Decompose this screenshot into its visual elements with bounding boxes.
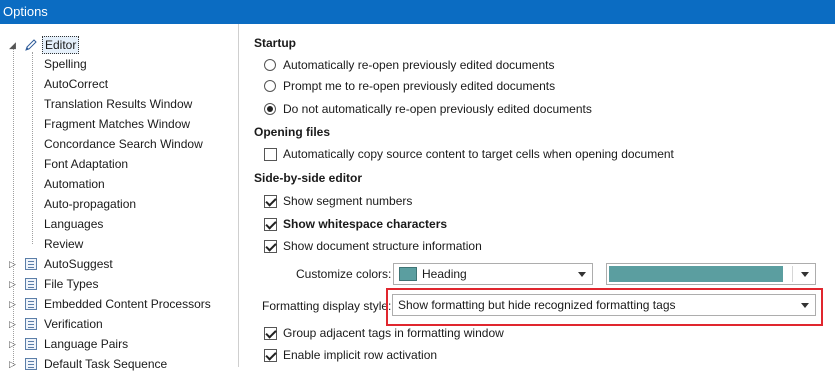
tree-item-label: Review bbox=[44, 237, 84, 251]
expand-arrow-icon[interactable]: ▷ bbox=[9, 280, 17, 289]
tree-guide-editor bbox=[32, 52, 33, 244]
opening-files-heading: Opening files bbox=[254, 125, 331, 139]
window-titlebar: Options bbox=[0, 0, 835, 24]
file-types-icon bbox=[25, 278, 37, 290]
option-label: Prompt me to re-open previously edited d… bbox=[283, 79, 556, 93]
embedded-content-icon bbox=[25, 298, 37, 310]
tree-item-label: Default Task Sequence bbox=[44, 357, 168, 371]
customize-colors-dropdown[interactable]: Heading bbox=[393, 263, 593, 285]
color-swatch-large bbox=[609, 266, 783, 282]
formatting-style-label: Formatting display style: bbox=[262, 299, 392, 313]
language-pairs-icon bbox=[25, 338, 37, 350]
checkbox-checked[interactable] bbox=[264, 240, 277, 253]
color-picker-dropdown[interactable] bbox=[606, 263, 816, 285]
tree-item-default-task-sequence[interactable]: ▷ Default Task Sequence bbox=[8, 354, 228, 374]
tree-item-label: Concordance Search Window bbox=[44, 137, 203, 151]
tree-item-editor-label: Editor bbox=[42, 36, 80, 54]
verification-icon bbox=[25, 318, 37, 330]
tree-item-label: Verification bbox=[44, 317, 103, 331]
tree-item-label: Auto-propagation bbox=[44, 197, 137, 211]
window-title: Options bbox=[3, 4, 48, 19]
checkbox-checked[interactable] bbox=[264, 195, 277, 208]
checkbox-checked[interactable] bbox=[264, 218, 277, 231]
option-label: Automatically copy source content to tar… bbox=[283, 147, 674, 161]
tree-item-label: Languages bbox=[44, 217, 104, 231]
expand-arrow-icon[interactable]: ▷ bbox=[9, 260, 17, 269]
option-label: Do not automatically re-open previously … bbox=[283, 102, 592, 116]
option-label: Automatically re-open previously edited … bbox=[283, 58, 555, 72]
startup-heading: Startup bbox=[254, 36, 296, 50]
color-swatch-small bbox=[399, 267, 417, 281]
tree-item-label: AutoSuggest bbox=[44, 257, 113, 271]
option-label: Show segment numbers bbox=[283, 194, 413, 208]
tree-item-label: Translation Results Window bbox=[44, 97, 193, 111]
tree-item-label: File Types bbox=[44, 277, 99, 291]
checkbox-checked[interactable] bbox=[264, 349, 277, 362]
tree-item-label: AutoCorrect bbox=[44, 77, 109, 91]
side-by-side-heading: Side-by-side editor bbox=[254, 171, 363, 185]
tree-item-languages[interactable]: Languages bbox=[44, 214, 103, 234]
option-label: Show whitespace characters bbox=[283, 217, 448, 231]
tree-item-spelling[interactable]: Spelling bbox=[44, 54, 87, 74]
tree-item-auto-propagation[interactable]: Auto-propagation bbox=[44, 194, 136, 214]
tree-item-label: Language Pairs bbox=[44, 337, 129, 351]
tree-item-concordance-search-window[interactable]: Concordance Search Window bbox=[44, 134, 203, 154]
tree-item-file-types[interactable]: ▷ File Types bbox=[8, 274, 228, 294]
dropdown-separator bbox=[792, 266, 793, 282]
tree-item-autosuggest[interactable]: ▷ AutoSuggest bbox=[8, 254, 228, 274]
tree-item-label: Automation bbox=[44, 177, 105, 191]
dropdown-value: Heading bbox=[422, 267, 467, 281]
customize-colors-label: Customize colors: bbox=[296, 267, 392, 281]
editor-options-panel: Startup Automatically re-open previously… bbox=[239, 24, 835, 367]
tree-item-review[interactable]: Review bbox=[44, 234, 83, 254]
expand-arrow-icon[interactable]: ▷ bbox=[9, 340, 17, 349]
settings-page-icon bbox=[25, 258, 37, 270]
pencil-icon bbox=[25, 39, 37, 51]
chevron-down-icon[interactable] bbox=[801, 272, 809, 277]
tree-item-font-adaptation[interactable]: Font Adaptation bbox=[44, 154, 128, 174]
tree-item-fragment-matches-window[interactable]: Fragment Matches Window bbox=[44, 114, 190, 134]
formatting-style-dropdown[interactable]: Show formatting but hide recognized form… bbox=[392, 294, 816, 316]
tree-item-label: Embedded Content Processors bbox=[44, 297, 211, 311]
dropdown-value: Show formatting but hide recognized form… bbox=[398, 298, 676, 312]
checkbox[interactable] bbox=[264, 148, 277, 161]
tree-item-label: Font Adaptation bbox=[44, 157, 129, 171]
expand-arrow-icon[interactable]: ▷ bbox=[9, 300, 17, 309]
checkbox-checked[interactable] bbox=[264, 327, 277, 340]
tree-item-translation-results-window[interactable]: Translation Results Window bbox=[44, 94, 192, 114]
tree-item-label: Spelling bbox=[44, 57, 87, 71]
task-sequence-icon bbox=[25, 358, 37, 370]
tree-item-automation[interactable]: Automation bbox=[44, 174, 105, 194]
radio-button[interactable] bbox=[264, 59, 276, 71]
tree-item-autocorrect[interactable]: AutoCorrect bbox=[44, 74, 108, 94]
tree-item-verification[interactable]: ▷ Verification bbox=[8, 314, 228, 334]
expand-arrow-icon[interactable]: ▷ bbox=[9, 320, 17, 329]
option-label: Group adjacent tags in formatting window bbox=[283, 326, 504, 340]
tree-item-language-pairs[interactable]: ▷ Language Pairs bbox=[8, 334, 228, 354]
chevron-down-icon[interactable] bbox=[578, 272, 586, 277]
collapse-arrow-icon[interactable]: ◢ bbox=[9, 41, 17, 50]
tree-item-embedded-content-processors[interactable]: ▷ Embedded Content Processors bbox=[8, 294, 228, 314]
options-tree[interactable]: ◢ Editor Spelling AutoCorrect Translatio… bbox=[0, 24, 239, 371]
tree-item-label: Fragment Matches Window bbox=[44, 117, 191, 131]
radio-button[interactable] bbox=[264, 80, 276, 92]
chevron-down-icon[interactable] bbox=[801, 303, 809, 308]
option-label: Show document structure information bbox=[283, 239, 482, 253]
radio-button-selected[interactable] bbox=[264, 103, 276, 115]
option-label: Enable implicit row activation bbox=[283, 348, 438, 362]
